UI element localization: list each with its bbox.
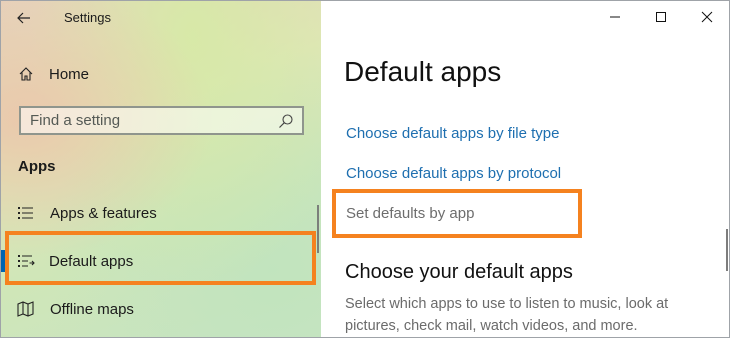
section-label-apps: Apps	[18, 158, 56, 175]
close-button[interactable]	[684, 1, 729, 33]
sidebar-item-offline-maps[interactable]: Offline maps	[1, 289, 319, 329]
sidebar-item-label: Apps & features	[50, 204, 157, 222]
close-icon	[701, 11, 713, 23]
maximize-button[interactable]	[638, 1, 684, 33]
minimize-icon	[610, 16, 620, 18]
search-input[interactable]	[21, 107, 276, 134]
map-icon	[17, 301, 35, 317]
home-icon	[17, 65, 35, 83]
sidebar-scrollbar[interactable]	[317, 205, 319, 253]
sidebar-item-apps-features[interactable]: Apps & features	[1, 193, 319, 233]
maximize-icon	[656, 12, 666, 22]
window-controls	[592, 1, 729, 35]
content-scrollbar[interactable]	[726, 229, 728, 271]
sidebar-item-default-apps[interactable]: Default apps	[1, 241, 319, 281]
title-bar: Settings	[1, 1, 321, 35]
link-default-apps-by-file-type[interactable]: Choose default apps by file type	[346, 125, 559, 142]
search-field[interactable]	[19, 106, 304, 135]
home-label: Home	[49, 65, 90, 83]
sidebar: Settings Home Apps	[1, 1, 321, 337]
link-default-apps-by-protocol[interactable]: Choose default apps by protocol	[346, 165, 561, 182]
back-button[interactable]	[11, 6, 37, 30]
list-icon	[17, 205, 35, 221]
section-heading: Choose your default apps	[345, 261, 573, 283]
section-description: Select which apps to use to listen to mu…	[345, 296, 669, 334]
main-content: Default apps Choose default apps by file…	[321, 1, 729, 337]
page-title: Default apps	[344, 56, 502, 87]
settings-window: Settings Home Apps	[0, 0, 730, 338]
list-check-icon	[17, 253, 35, 269]
selection-indicator	[1, 250, 5, 272]
sidebar-item-label: Default apps	[49, 252, 134, 270]
app-title: Settings	[64, 10, 111, 25]
arrow-left-icon	[17, 12, 30, 24]
minimize-button[interactable]	[592, 1, 638, 33]
search-icon[interactable]	[276, 111, 296, 131]
link-set-defaults-by-app[interactable]: Set defaults by app	[346, 205, 474, 222]
sidebar-item-label: Offline maps	[50, 300, 134, 318]
sidebar-item-home[interactable]: Home	[17, 61, 307, 87]
